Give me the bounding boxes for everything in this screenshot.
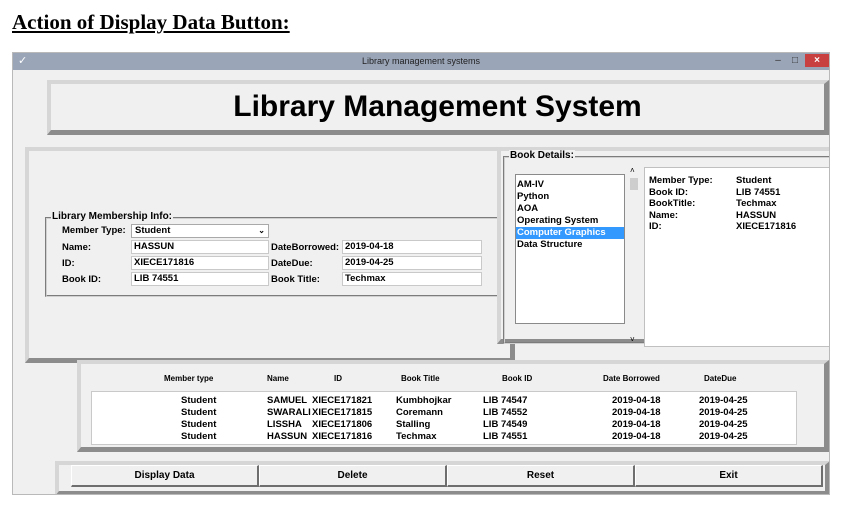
cell-book-id: LIB 74552 [483,407,528,418]
name-field[interactable]: HASSUN [131,240,269,254]
records-frame: Member type Name ID Book Title Book ID D… [77,360,829,452]
table-row[interactable]: Student HASSUN XIECE171816 Techmax LIB 7… [92,431,796,443]
exit-button[interactable]: Exit [635,465,823,487]
scrollbar-thumb[interactable] [630,178,638,190]
column-header-member-type: Member type [164,374,214,383]
column-header-name: Name [267,374,289,383]
reset-button[interactable]: Reset [447,465,635,487]
delete-button[interactable]: Delete [259,465,447,487]
detail-name-label: Name: [649,209,679,221]
chevron-down-icon: ⌄ [258,226,265,235]
member-type-label: Member Type: [62,225,126,236]
cell-book-title: Techmax [396,431,437,442]
id-label: ID: [62,258,75,269]
membership-frame: Library Membership Info: Member Type: St… [25,147,515,363]
cell-member-type: Student [181,407,217,418]
book-list-item[interactable]: Python [516,191,624,203]
cell-name: SAMUEL [267,395,308,406]
cell-date-due: 2019-04-25 [699,419,748,430]
member-type-value: Student [135,225,171,236]
membership-group-label: Library Membership Info: [51,211,174,222]
details-scrollbar[interactable]: ˄ ˅ [628,166,640,344]
cell-book-id: LIB 74549 [483,419,528,430]
chevron-up-icon[interactable]: ˄ [630,166,635,175]
column-header-date-due: DateDue [704,374,737,383]
title-bar[interactable]: ✓ Library management systems – □ × [13,53,829,70]
book-listbox[interactable]: AM-IV Python AOA Operating System Comput… [515,174,625,324]
detail-book-title-value: Techmax [736,198,777,209]
cell-date-borrowed: 2019-04-18 [612,407,661,418]
cell-date-due: 2019-04-25 [699,395,748,406]
detail-id-label: ID: [649,221,662,232]
book-title-label: Book Title: [271,274,320,285]
detail-book-title-label: BookTitle: [649,198,696,209]
cell-date-due: 2019-04-25 [699,407,748,418]
minimize-button[interactable]: – [771,54,785,67]
app-window: ✓ Library management systems – □ × Libra… [12,52,830,495]
book-details-group: Book Details: AM-IV Python AOA Operating… [503,150,829,347]
detail-id-value: XIECE171816 [736,221,797,232]
cell-book-title: Coremann [396,407,443,418]
book-list-item[interactable]: AM-IV [516,179,624,191]
book-details-frame: Book Details: AM-IV Python AOA Operating… [497,147,829,347]
table-row[interactable]: Student LISSHA XIECE171806 Stalling LIB … [92,419,796,431]
button-frame: Display Data Delete Reset Exit [55,461,829,494]
name-label: Name: [62,242,92,253]
book-details-group-label: Book Details: [509,150,575,161]
app-title: Library Management System [233,90,642,123]
date-borrowed-field[interactable]: 2019-04-18 [342,240,482,254]
cell-member-type: Student [181,431,217,442]
book-list-item[interactable]: Data Structure [516,239,624,251]
cell-book-id: LIB 74551 [483,431,528,442]
cell-name: HASSUN [267,431,308,442]
cell-date-due: 2019-04-25 [699,431,748,442]
column-header-book-title: Book Title [401,374,440,383]
display-data-button[interactable]: Display Data [71,465,259,487]
column-header-id: ID [334,374,342,383]
book-title-field[interactable]: Techmax [342,272,482,286]
cell-date-borrowed: 2019-04-18 [612,419,661,430]
cell-name: LISSHA [267,419,302,430]
book-detail-text[interactable]: Member Type: Student Book ID: LIB 74551 … [644,167,829,347]
window-title: Library management systems [361,56,481,66]
cell-id: XIECE171806 [312,419,373,430]
detail-book-id-label: Book ID: [649,186,689,198]
maximize-button[interactable]: □ [788,54,802,67]
book-list-item-selected[interactable]: Computer Graphics [516,227,624,239]
header-frame: Library Management System [47,80,829,135]
cell-id: XIECE171821 [312,395,373,406]
detail-member-type-label: Member Type: [649,175,713,186]
column-header-date-borrowed: Date Borrowed [603,374,660,383]
member-type-select[interactable]: Student ⌄ [131,224,269,238]
cell-book-title: Kumbhojkar [396,395,452,406]
cell-member-type: Student [181,419,217,430]
book-list-item[interactable]: Operating System [516,215,624,227]
cell-book-title: Stalling [396,419,431,430]
detail-name-value: HASSUN [736,209,777,221]
cell-member-type: Student [181,395,217,406]
cell-name: SWARALI [267,407,311,418]
book-id-label: Book ID: [62,274,102,285]
document-heading: Action of Display Data Button: [12,10,290,34]
detail-member-type-value: Student [736,175,772,186]
book-list-item[interactable]: AOA [516,203,624,215]
detail-book-id-value: LIB 74551 [736,186,781,198]
column-header-book-id: Book ID [502,374,533,383]
date-due-label: DateDue: [271,258,313,269]
cell-date-borrowed: 2019-04-18 [612,395,661,406]
table-row[interactable]: Student SWARALI XIECE171815 Coremann LIB… [92,407,796,419]
cell-date-borrowed: 2019-04-18 [612,431,661,442]
cell-id: XIECE171815 [312,407,373,418]
cell-id: XIECE171816 [312,431,373,442]
cell-book-id: LIB 74547 [483,395,528,406]
id-field[interactable]: XIECE171816 [131,256,269,270]
table-row[interactable]: Student SAMUEL XIECE171821 Kumbhojkar LI… [92,395,796,407]
records-listbox[interactable]: Student SAMUEL XIECE171821 Kumbhojkar LI… [91,391,797,445]
membership-group: Library Membership Info: Member Type: St… [45,211,500,297]
chevron-down-icon[interactable]: ˅ [630,335,635,344]
date-borrowed-label: DateBorrowed: [271,242,340,253]
close-button[interactable]: × [805,54,829,67]
date-due-field[interactable]: 2019-04-25 [342,256,482,270]
book-id-field[interactable]: LIB 74551 [131,272,269,286]
